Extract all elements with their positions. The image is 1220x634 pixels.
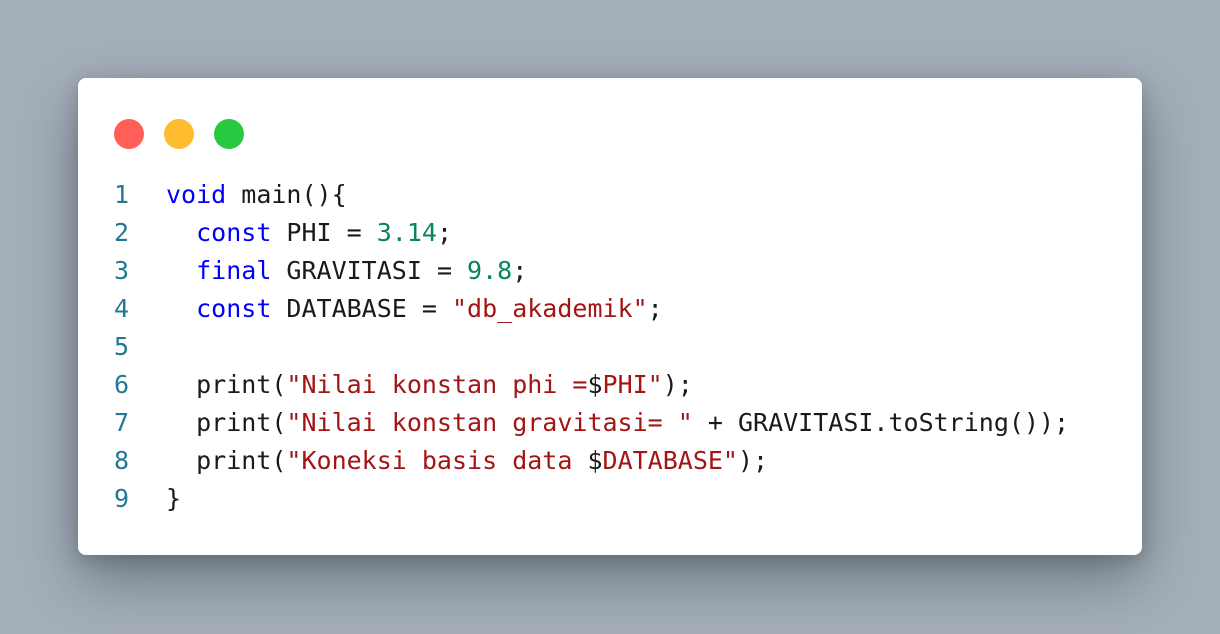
code-token-default: ); — [662, 370, 693, 399]
code-token-default: ; — [512, 256, 528, 285]
line-number: 2 — [114, 218, 130, 247]
code-token-string: "Nilai konstan phi = — [286, 370, 588, 399]
line-number: 6 — [114, 370, 130, 399]
code-token-default: print( — [166, 370, 287, 399]
code-token-keyword: void — [166, 180, 227, 209]
line-number: 7 — [114, 408, 130, 437]
code-token-keyword: const — [196, 218, 272, 247]
code-token-default: + GRAVITASI.toString()); — [692, 408, 1070, 437]
code-token-string: PHI" — [602, 370, 663, 399]
code-token-string: DATABASE" — [602, 446, 738, 475]
code-line: 9} — [78, 480, 1142, 518]
code-token-default — [166, 256, 196, 285]
code-text: print("Koneksi basis data $DATABASE"); — [166, 442, 768, 480]
line-number: 9 — [114, 484, 130, 513]
code-token-default: ; — [436, 218, 453, 247]
line-number: 1 — [114, 180, 130, 209]
code-token-number: 9.8 — [467, 256, 513, 285]
code-window: 1 void main(){2 const PHI = 3.14; 3 final … — [78, 78, 1142, 555]
line-number: 3 — [114, 256, 130, 285]
code-line: 6 print("Nilai konstan phi =$PHI"); — [78, 366, 1142, 404]
code-line: 4 const DATABASE = "db_akademik"; — [78, 290, 1142, 328]
code-text: const PHI = 3.14; — [166, 214, 452, 252]
code-token-default: } — [166, 484, 182, 513]
code-text: print("Nilai konstan gravitasi= " + GRAV… — [166, 404, 1069, 442]
code-token-default: $ — [587, 370, 603, 399]
code-block: 1 void main(){2 const PHI = 3.14; 3 final … — [78, 176, 1142, 518]
code-token-default: ; — [647, 294, 663, 323]
code-token-string: "Koneksi basis data — [286, 446, 588, 475]
green-circle-icon[interactable] — [214, 119, 244, 149]
code-token-default: DATABASE = — [271, 294, 452, 323]
code-token-string: "db_akademik" — [452, 294, 648, 323]
line-number: 4 — [114, 294, 130, 323]
code-text: final GRAVITASI = 9.8; — [166, 252, 527, 290]
code-line: 5 — [78, 328, 1142, 366]
red-circle-icon[interactable] — [114, 119, 144, 149]
code-token-string: "Nilai konstan gravitasi= " — [286, 408, 693, 437]
code-text: } — [166, 480, 181, 518]
line-number: 8 — [114, 446, 130, 475]
code-token-default: ); — [737, 446, 769, 475]
code-text: void main(){ — [166, 176, 347, 214]
code-text: const DATABASE = "db_akademik"; — [166, 290, 663, 328]
code-line: 3 final GRAVITASI = 9.8; — [78, 252, 1142, 290]
yellow-circle-icon[interactable] — [164, 119, 194, 149]
code-token-default: PHI = — [271, 218, 377, 247]
line-number: 5 — [114, 332, 130, 361]
code-token-default: main(){ — [226, 180, 347, 209]
code-token-default: print( — [166, 446, 287, 475]
code-line: 1 void main(){ — [78, 176, 1142, 214]
code-line: 8 print("Koneksi basis data $DATABASE"); — [78, 442, 1142, 480]
code-token-default: $ — [587, 446, 603, 475]
code-token-default: print( — [166, 408, 287, 437]
code-token-keyword: const — [196, 294, 272, 323]
code-line: 2 const PHI = 3.14; — [78, 214, 1142, 252]
code-line: 7 print("Nilai konstan gravitasi= " + GR… — [78, 404, 1142, 442]
code-token-default — [166, 294, 196, 323]
code-token-number: 3.14 — [376, 218, 437, 247]
code-text: print("Nilai konstan phi =$PHI"); — [166, 366, 693, 404]
code-token-default — [166, 218, 196, 247]
code-token-keyword: final — [196, 256, 272, 285]
code-token-default: GRAVITASI = — [271, 256, 468, 285]
